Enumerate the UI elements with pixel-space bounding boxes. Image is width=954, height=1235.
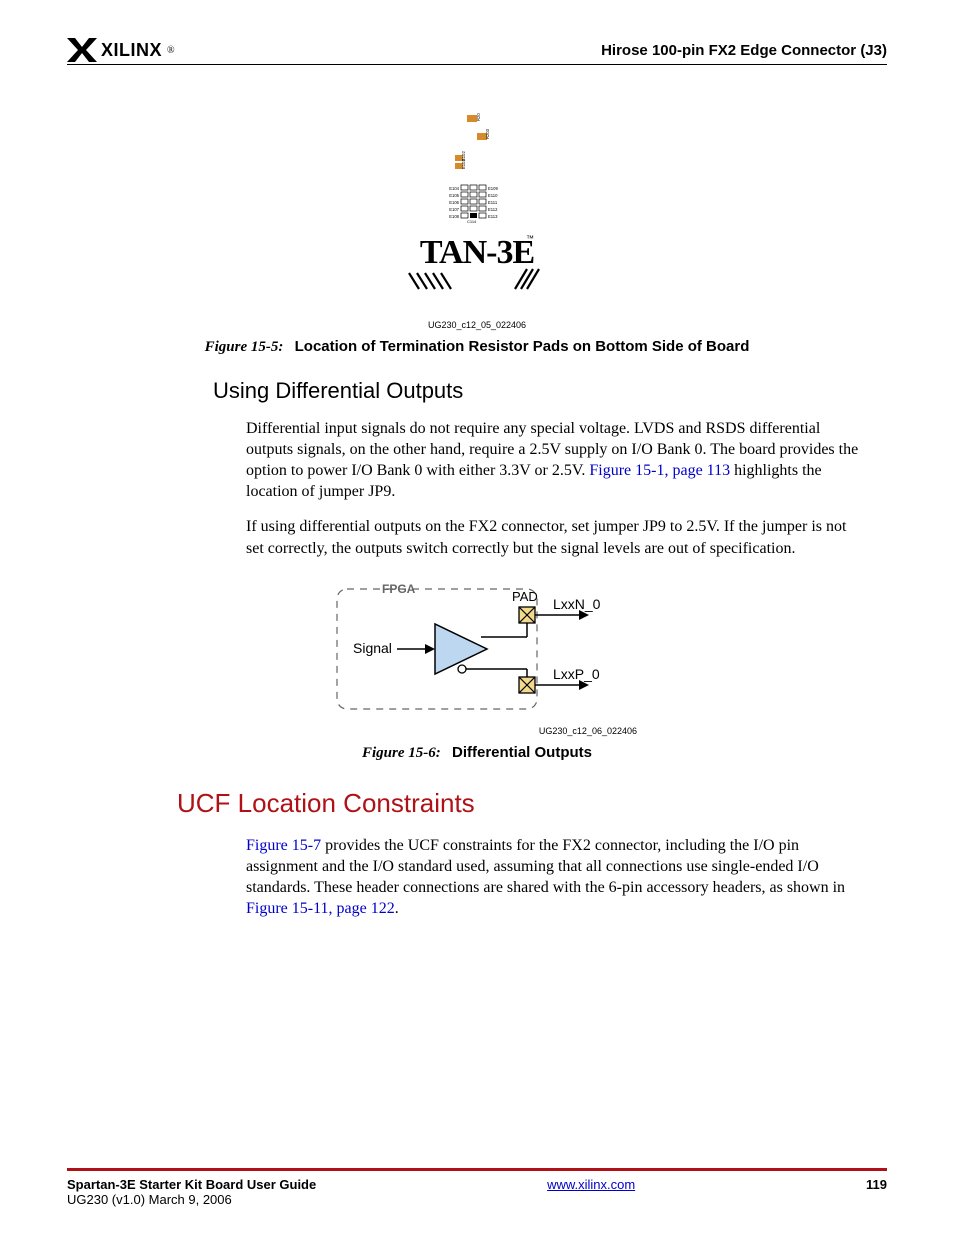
svg-text:E108: E108 xyxy=(449,214,459,219)
page-header: XILINX ® Hirose 100-pin FX2 Edge Connect… xyxy=(67,38,887,65)
page-footer: Spartan-3E Starter Kit Board User Guide … xyxy=(67,1168,887,1207)
svg-text:E107: E107 xyxy=(449,207,459,212)
xilinx-logo: XILINX ® xyxy=(67,38,175,62)
link-figure-15-1[interactable]: Figure 15-1, page 113 xyxy=(589,462,730,479)
label-signal: Signal xyxy=(353,640,392,656)
paragraph-3: Figure 15-7 provides the UCF constraints… xyxy=(246,835,866,919)
differential-outputs-diagram: FPGA Signal xyxy=(317,579,637,719)
figure-number: Figure 15-6: xyxy=(362,745,441,761)
paragraph-2: If using differential outputs on the FX2… xyxy=(246,516,866,558)
figure-title: Location of Termination Resistor Pads on… xyxy=(295,338,750,355)
svg-text:E109: E109 xyxy=(488,186,498,191)
pad-n-icon xyxy=(519,607,535,623)
svg-text:E113: E113 xyxy=(488,214,498,219)
svg-text:TAN-3E: TAN-3E xyxy=(420,234,534,271)
footer-doc-version: UG230 (v1.0) March 9, 2006 xyxy=(67,1192,316,1207)
figure-title: Differential Outputs xyxy=(452,744,592,761)
label-pad: PAD xyxy=(512,589,538,604)
figure-15-6: FPGA Signal xyxy=(67,579,887,736)
header-section-title: Hirose 100-pin FX2 Edge Connector (J3) xyxy=(601,42,887,59)
footer-doc-title: Spartan-3E Starter Kit Board User Guide xyxy=(67,1177,316,1192)
svg-text:E103: E103 xyxy=(461,159,466,169)
footer-left: Spartan-3E Starter Kit Board User Guide … xyxy=(67,1177,316,1207)
footer-center: www.xilinx.com xyxy=(316,1177,866,1192)
figure-15-5-id: UG230_c12_05_022406 xyxy=(67,320,887,330)
svg-text:E104: E104 xyxy=(449,186,459,191)
label-lxxn: LxxN_0 xyxy=(553,596,601,612)
link-figure-15-11[interactable]: Figure 15-11, page 122 xyxy=(246,900,395,917)
page-content: XILINX ® Hirose 100-pin FX2 Edge Connect… xyxy=(0,0,954,919)
svg-text:E105: E105 xyxy=(449,193,459,198)
para3-text-a: provides the UCF constraints for the FX2… xyxy=(246,837,845,896)
paragraph-1: Differential input signals do not requir… xyxy=(246,418,866,502)
label-fpga: FPGA xyxy=(382,582,416,596)
subhead-using-differential-outputs: Using Differential Outputs xyxy=(213,378,887,404)
svg-text:E106: E106 xyxy=(449,200,459,205)
figure-15-6-caption: Figure 15-6: Differential Outputs xyxy=(67,744,887,762)
footer-page-number: 119 xyxy=(866,1177,887,1192)
figure-number: Figure 15-5: xyxy=(205,339,284,355)
svg-text:C114: C114 xyxy=(467,219,477,224)
svg-text:E112: E112 xyxy=(488,207,498,212)
link-figure-15-7[interactable]: Figure 15-7 xyxy=(246,837,321,854)
svg-text:R202: R202 xyxy=(476,113,481,121)
svg-text:™: ™ xyxy=(526,234,534,243)
label-lxxp: LxxP_0 xyxy=(553,666,600,682)
svg-text:E111: E111 xyxy=(488,200,498,205)
figure-15-5: E104 E105 E106 E107 E108 E109 E110 E111 … xyxy=(67,113,887,330)
svg-text:R203: R203 xyxy=(485,128,490,139)
board-silkscreen-icon: E104 E105 E106 E107 E108 E109 E110 E111 … xyxy=(407,113,547,313)
registered-mark: ® xyxy=(167,45,175,56)
section-ucf-location-constraints: UCF Location Constraints xyxy=(177,788,887,819)
figure-15-6-id: UG230_c12_06_022406 xyxy=(317,726,637,736)
svg-text:E110: E110 xyxy=(488,193,498,198)
footer-url-link[interactable]: www.xilinx.com xyxy=(547,1177,635,1192)
pad-p-icon xyxy=(519,677,535,693)
figure-15-5-caption: Figure 15-5: Location of Termination Res… xyxy=(67,338,887,356)
para3-text-b: . xyxy=(395,900,399,917)
xilinx-x-icon xyxy=(67,38,97,62)
brand-name: XILINX xyxy=(101,40,162,61)
